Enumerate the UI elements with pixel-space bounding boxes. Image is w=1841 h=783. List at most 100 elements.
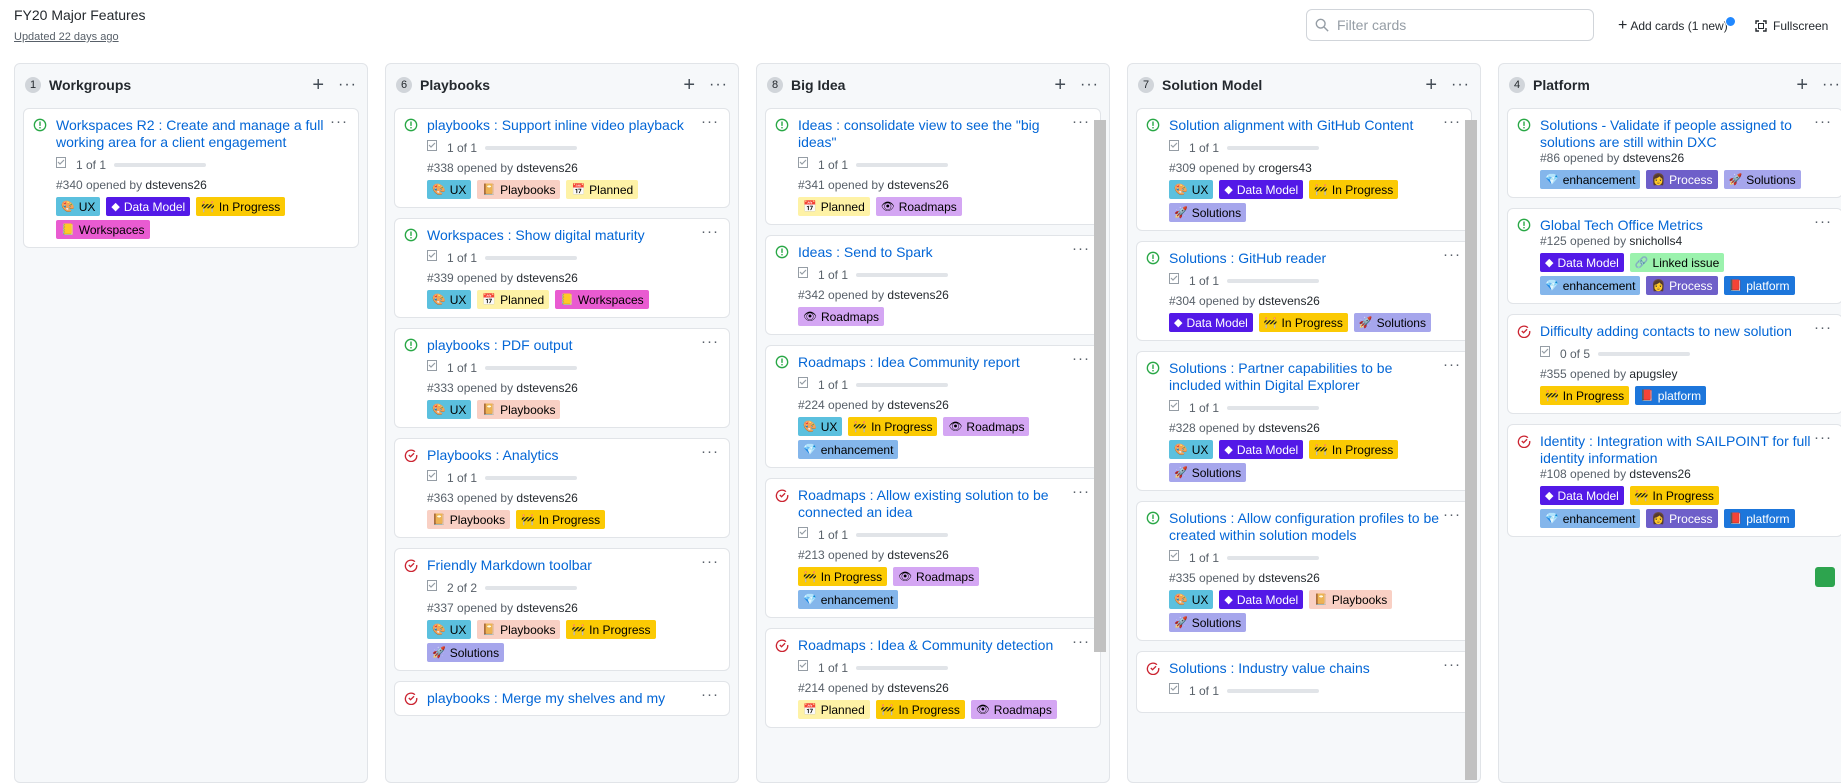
card-title-link[interactable]: Roadmaps : Idea Community report: [798, 354, 1070, 371]
label-playbooks[interactable]: 📔 Playbooks: [477, 180, 561, 199]
label-roadmaps[interactable]: 👁 Roadmaps: [875, 197, 962, 216]
issue-card[interactable]: ··· Solutions : GitHub reader 1 of 1 #304…: [1136, 241, 1472, 341]
card-title-link[interactable]: playbooks : Support inline video playbac…: [427, 117, 699, 134]
issue-card[interactable]: ··· Ideas : consolidate view to see the "…: [765, 108, 1101, 225]
fullscreen-button[interactable]: Fullscreen: [1755, 19, 1828, 33]
issue-card[interactable]: ··· playbooks : PDF output 1 of 1 #333 op…: [394, 328, 730, 428]
column-menu-button[interactable]: ···: [709, 77, 728, 93]
label-enhancement[interactable]: 💎 enhancement: [798, 440, 899, 459]
issue-author-link[interactable]: dstevens26: [516, 161, 577, 175]
label-workspaces[interactable]: 📒 Workspaces: [56, 220, 150, 239]
label-solutions[interactable]: 🚀 Solutions: [1353, 313, 1431, 332]
label-solutions[interactable]: 🚀 Solutions: [1169, 613, 1247, 632]
label-in-progress[interactable]: 🚧 In Progress: [875, 700, 965, 719]
card-menu-button[interactable]: ···: [701, 686, 719, 703]
column-scrollbar[interactable]: [1094, 120, 1106, 652]
label-ux[interactable]: 🎨 UX: [427, 180, 472, 199]
card-menu-button[interactable]: ···: [1443, 246, 1461, 263]
label-ux[interactable]: 🎨 UX: [1169, 180, 1214, 199]
issue-author-link[interactable]: dstevens26: [1258, 294, 1319, 308]
label-in-progress[interactable]: 🚧 In Progress: [196, 197, 286, 216]
issue-card[interactable]: ··· Roadmaps : Allow existing solution to…: [765, 478, 1101, 618]
card-menu-button[interactable]: ···: [1072, 633, 1090, 650]
label-platform[interactable]: 📕 platform: [1723, 276, 1795, 295]
issue-card[interactable]: ··· playbooks : Merge my shelves and my: [394, 681, 730, 716]
issue-card[interactable]: ··· Solutions : Industry value chains 1 o…: [1136, 651, 1472, 713]
card-menu-button[interactable]: ···: [701, 113, 719, 130]
label-in-progress[interactable]: 🚧 In Progress: [516, 510, 606, 529]
card-menu-button[interactable]: ···: [1814, 113, 1832, 130]
issue-card[interactable]: ··· Roadmaps : Idea Community report 1 of…: [765, 345, 1101, 468]
label-linked-issue[interactable]: 🔗 Linked issue: [1629, 253, 1725, 272]
issue-card[interactable]: ··· Solutions : Allow configuration profi…: [1136, 501, 1472, 641]
card-title-link[interactable]: playbooks : PDF output: [427, 337, 699, 354]
add-cards-button[interactable]: + Add cards (1 new): [1618, 16, 1736, 34]
issue-card[interactable]: ··· Workspaces : Show digital maturity 1 …: [394, 218, 730, 318]
issue-card[interactable]: ··· Solutions : Partner capabilities to b…: [1136, 351, 1472, 491]
issue-card[interactable]: ··· Solution alignment with GitHub Conten…: [1136, 108, 1472, 231]
card-title-link[interactable]: Ideas : consolidate view to see the "big…: [798, 117, 1070, 151]
label-in-progress[interactable]: 🚧 In Progress: [1540, 386, 1630, 405]
label-roadmaps[interactable]: 👁 Roadmaps: [893, 567, 980, 586]
label-process[interactable]: 👩 Process: [1646, 170, 1718, 189]
label-playbooks[interactable]: 📔 Playbooks: [427, 510, 511, 529]
issue-card[interactable]: ··· playbooks : Support inline video play…: [394, 108, 730, 208]
card-title-link[interactable]: Friendly Markdown toolbar: [427, 557, 699, 574]
label-enhancement[interactable]: 💎 enhancement: [798, 590, 899, 609]
label-planned[interactable]: 📅 Planned: [566, 180, 639, 199]
card-menu-button[interactable]: ···: [1443, 356, 1461, 373]
card-menu-button[interactable]: ···: [1814, 429, 1832, 446]
card-title-link[interactable]: Playbooks : Analytics: [427, 447, 699, 464]
card-menu-button[interactable]: ···: [1072, 483, 1090, 500]
card-menu-button[interactable]: ···: [701, 333, 719, 350]
label-in-progress[interactable]: 🚧 In Progress: [566, 620, 656, 639]
label-platform[interactable]: 📕 platform: [1635, 386, 1707, 405]
label-data-model[interactable]: ◆ Data Model: [1169, 313, 1253, 332]
label-in-progress[interactable]: 🚧 In Progress: [798, 567, 888, 586]
issue-card[interactable]: ··· Global Tech Office Metrics #125 opened…: [1507, 208, 1841, 304]
issue-author-link[interactable]: dstevens26: [516, 491, 577, 505]
label-enhancement[interactable]: 💎 enhancement: [1540, 276, 1641, 295]
card-title-link[interactable]: Roadmaps : Idea & Community detection: [798, 637, 1070, 654]
issue-card[interactable]: ··· Playbooks : Analytics 1 of 1 #363 ope…: [394, 438, 730, 538]
add-card-button[interactable]: +: [683, 75, 695, 95]
issue-card[interactable]: ··· Ideas : Send to Spark 1 of 1 #342 ope…: [765, 235, 1101, 335]
issue-card[interactable]: ··· Solutions - Validate if people assign…: [1507, 108, 1841, 198]
card-menu-button[interactable]: ···: [701, 553, 719, 570]
label-playbooks[interactable]: 📔 Playbooks: [1309, 590, 1393, 609]
add-card-button[interactable]: +: [1796, 75, 1808, 95]
issue-card[interactable]: ··· Identity : Integration with SAILPOINT…: [1507, 424, 1841, 537]
issue-author-link[interactable]: dstevens26: [516, 271, 577, 285]
card-menu-button[interactable]: ···: [1072, 350, 1090, 367]
card-title-link[interactable]: Solutions : Allow configuration profiles…: [1169, 510, 1441, 544]
card-title-link[interactable]: Solutions : Partner capabilities to be i…: [1169, 360, 1441, 394]
label-ux[interactable]: 🎨 UX: [427, 290, 472, 309]
label-ux[interactable]: 🎨 UX: [56, 197, 101, 216]
card-title-link[interactable]: Solutions : GitHub reader: [1169, 250, 1441, 267]
issue-author-link[interactable]: dstevens26: [1258, 571, 1319, 585]
label-playbooks[interactable]: 📔 Playbooks: [477, 620, 561, 639]
filter-cards-input[interactable]: [1335, 16, 1579, 34]
label-data-model[interactable]: ◆ Data Model: [1540, 486, 1624, 505]
label-playbooks[interactable]: 📔 Playbooks: [477, 400, 561, 419]
card-title-link[interactable]: Identity : Integration with SAILPOINT fo…: [1540, 433, 1812, 467]
label-roadmaps[interactable]: 👁 Roadmaps: [943, 417, 1030, 436]
card-menu-button[interactable]: ···: [330, 113, 348, 130]
label-roadmaps[interactable]: 👁 Roadmaps: [798, 307, 884, 326]
issue-author-link[interactable]: dstevens26: [516, 601, 577, 615]
issue-author-link[interactable]: dstevens26: [887, 681, 948, 695]
card-title-link[interactable]: Solutions - Validate if people assigned …: [1540, 117, 1812, 151]
label-enhancement[interactable]: 💎 enhancement: [1540, 170, 1641, 189]
label-planned[interactable]: 📅 Planned: [798, 700, 870, 719]
issue-author-link[interactable]: dstevens26: [1258, 421, 1319, 435]
card-menu-button[interactable]: ···: [1443, 656, 1461, 673]
issue-author-link[interactable]: snicholls4: [1629, 234, 1682, 248]
card-menu-button[interactable]: ···: [701, 443, 719, 460]
add-card-button[interactable]: +: [1425, 75, 1437, 95]
card-title-link[interactable]: Workspaces R2 : Create and manage a full…: [56, 117, 328, 151]
label-workspaces[interactable]: 📒 Workspaces: [555, 290, 649, 309]
issue-author-link[interactable]: dstevens26: [887, 178, 948, 192]
card-menu-button[interactable]: ···: [1443, 113, 1461, 130]
issue-card[interactable]: ··· Friendly Markdown toolbar 2 of 2 #337…: [394, 548, 730, 671]
column-scrollbar[interactable]: [1465, 120, 1477, 780]
